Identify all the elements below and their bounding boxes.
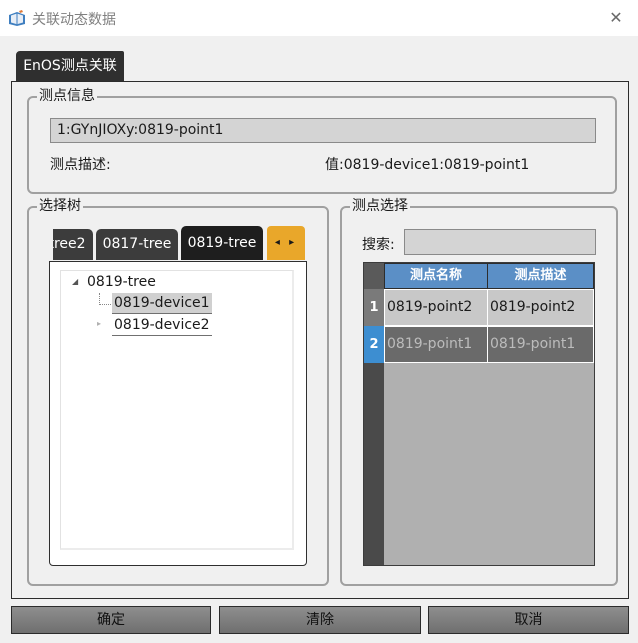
app-book-icon	[8, 9, 26, 27]
point-grid: 测点名称 测点描述 1 0819-point2 0819-point2 2 08…	[363, 262, 595, 566]
cancel-button[interactable]: 取消	[428, 606, 629, 634]
main-tab-content: 测点信息 1:GYnJIOXy:0819-point1 测点描述: 值:0819…	[11, 81, 629, 599]
column-header-name[interactable]: 测点名称	[384, 263, 488, 289]
tab-scroll-arrows-icon[interactable]: ◂ ▸	[267, 226, 305, 260]
expanded-arrow-icon[interactable]: ◢	[72, 277, 78, 286]
tab-0819-tree[interactable]: 0819-tree	[181, 226, 263, 260]
tree-select-group: 选择树 tree2 0817-tree 0819-tree ◂ ▸ ◢ 0819…	[27, 198, 329, 586]
row-header-filler	[364, 363, 384, 565]
confirm-button[interactable]: 确定	[11, 606, 211, 634]
table-cell[interactable]: 0819-point1	[384, 326, 488, 363]
tree-panel: ◢ 0819-tree 0819-device1 ▸ 0819-device2	[49, 261, 307, 566]
tree-node-root-label: 0819-tree	[87, 274, 156, 290]
point-info-legend: 测点信息	[37, 88, 97, 104]
collapsed-arrow-icon[interactable]: ▸	[97, 319, 101, 328]
tree-view: ◢ 0819-tree 0819-device1 ▸ 0819-device2	[60, 270, 294, 550]
tree-node-root[interactable]: 0819-tree	[87, 272, 156, 292]
column-header-desc[interactable]: 测点描述	[487, 263, 594, 289]
point-select-group: 测点选择 搜索: 测点名称 测点描述 1 0819-point2 0819-po…	[340, 198, 618, 586]
title-bar: 关联动态数据 ✕	[0, 0, 638, 36]
tree-node-device2-label: 0819-device2	[112, 315, 212, 336]
point-info-group: 测点信息 1:GYnJIOXy:0819-point1 测点描述: 值:0819…	[27, 88, 617, 194]
row-header-2[interactable]: 2	[364, 326, 384, 363]
point-desc-value: 值:0819-device1:0819-point1	[325, 157, 530, 173]
clear-button[interactable]: 清除	[219, 606, 421, 634]
row-header-1[interactable]: 1	[364, 289, 384, 326]
tab-0817-tree[interactable]: 0817-tree	[96, 229, 178, 260]
point-desc-label: 测点描述:	[50, 157, 111, 173]
tree-select-legend: 选择树	[37, 198, 83, 214]
tab-enos-point-association[interactable]: EnOS测点关联	[16, 51, 124, 81]
tab-tree2[interactable]: tree2	[53, 229, 93, 260]
search-input[interactable]	[404, 229, 596, 255]
tree-connector-line	[99, 304, 111, 305]
search-label: 搜索:	[362, 237, 395, 253]
grid-corner	[364, 263, 384, 289]
point-value-field: 1:GYnJIOXy:0819-point1	[50, 118, 596, 143]
table-cell[interactable]: 0819-point1	[487, 326, 594, 363]
table-cell[interactable]: 0819-point2	[487, 289, 594, 326]
tree-node-device1-label: 0819-device1	[112, 293, 212, 314]
window-title: 关联动态数据	[32, 12, 116, 28]
table-cell[interactable]: 0819-point2	[384, 289, 488, 326]
close-icon[interactable]: ✕	[604, 6, 628, 30]
point-select-legend: 测点选择	[350, 198, 410, 214]
